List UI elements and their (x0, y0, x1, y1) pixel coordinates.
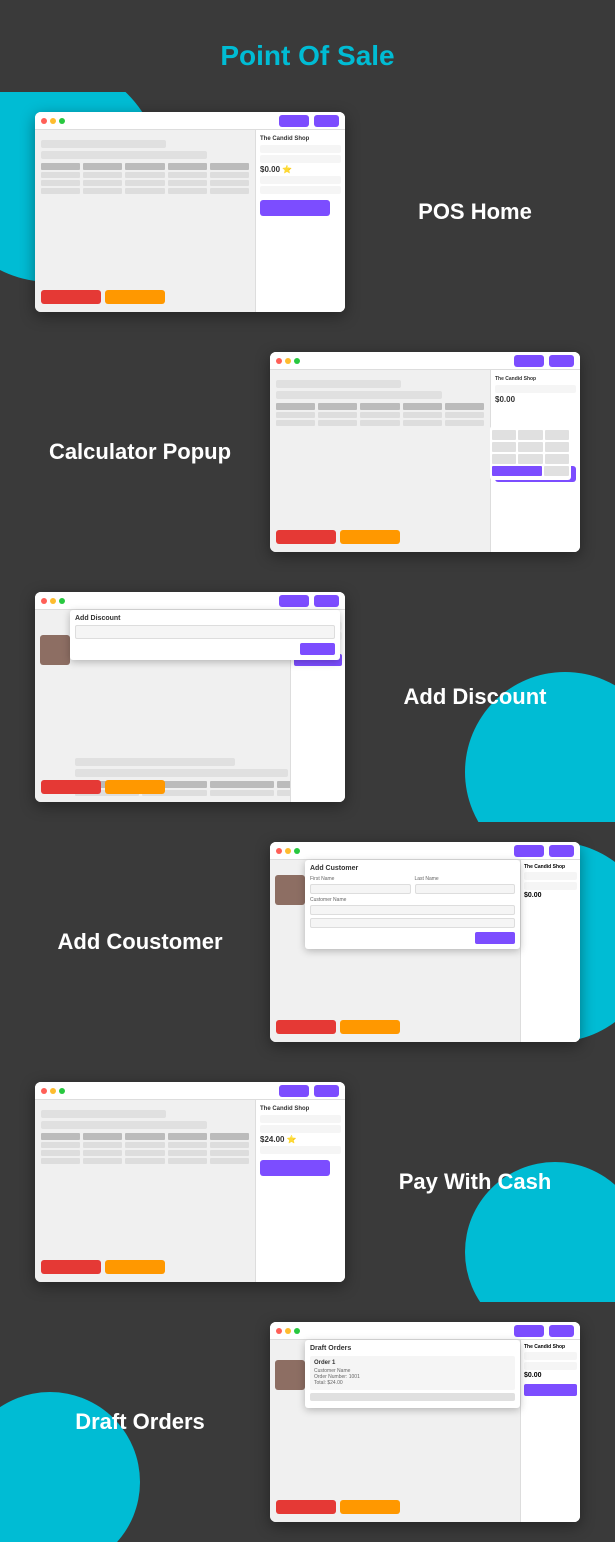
screenshot-pay-with-cash: The Candid Shop $24.00 ⭐ (35, 1082, 345, 1282)
label-draft-orders: Draft Orders (10, 1389, 270, 1455)
label-pos-home: POS Home (345, 179, 605, 245)
section-pos-home: The Candid Shop $0.00 ⭐ POS Home (0, 92, 615, 332)
label-pay-with-cash: Pay With Cash (345, 1149, 605, 1215)
section-add-discount: Add Discount (0, 572, 615, 822)
screenshot-add-discount: Add Discount (35, 592, 345, 802)
label-add-customer: Add Coustomer (10, 909, 270, 975)
section-draft-orders: Draft Orders Order 1 Customer Name Order… (0, 1302, 615, 1542)
product-image-3 (275, 1360, 305, 1390)
product-image (40, 635, 70, 665)
label-add-discount: Add Discount (345, 664, 605, 730)
section-pay-with-cash: The Candid Shop $24.00 ⭐ Pay With Cash (0, 1062, 615, 1302)
screenshot-calculator-popup: The Candid Shop $0.00 (270, 352, 580, 552)
product-image-2 (275, 875, 305, 905)
screenshot-pos-home: The Candid Shop $0.00 ⭐ (35, 112, 345, 312)
label-calculator-popup: Calculator Popup (10, 419, 270, 485)
page-title: Point Of Sale (220, 40, 394, 71)
section-calculator-popup: The Candid Shop $0.00 (0, 332, 615, 572)
section-add-customer: Add Customer First Name Last Name (0, 822, 615, 1062)
header: Point Of Sale (0, 0, 615, 92)
screenshot-add-customer: Add Customer First Name Last Name (270, 842, 580, 1042)
screenshot-draft-orders: Draft Orders Order 1 Customer Name Order… (270, 1322, 580, 1522)
